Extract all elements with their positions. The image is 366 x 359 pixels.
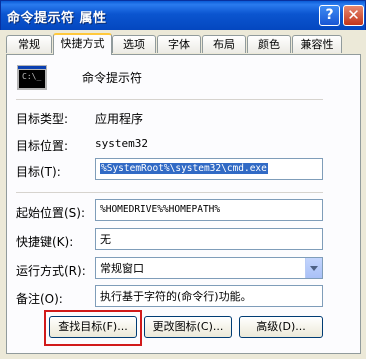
tab-shortcut[interactable]: 快捷方式 (53, 33, 112, 55)
target-label: 目标(T): (16, 165, 61, 179)
target-type-label: 目标类型: (16, 112, 69, 126)
comment-label: 备注(O): (16, 292, 63, 306)
change-icon-button[interactable]: 更改图标(C)... (144, 316, 232, 338)
separator (16, 192, 323, 193)
chevron-down-icon[interactable] (305, 258, 322, 278)
shortcut-key-label: 快捷键(K): (16, 235, 74, 249)
help-icon: ? (325, 7, 334, 23)
start-in-value: %HOMEDRIVE%%HOMEPATH% (100, 204, 221, 215)
target-location-label: 目标位置: (16, 139, 69, 153)
run-label: 运行方式(R): (16, 264, 86, 278)
close-button[interactable]: ✕ (343, 5, 364, 26)
title-bar: 命令提示符 属性 ? ✕ (0, 0, 366, 30)
tab-strip: 常规 快捷方式 选项 字体 布局 颜色 兼容性 (6, 33, 362, 55)
close-icon: ✕ (347, 6, 360, 24)
shortcut-key-value: 无 (100, 233, 111, 246)
tab-colors[interactable]: 颜色 (247, 35, 291, 53)
start-in-label: 起始位置(S): (16, 206, 86, 220)
separator (16, 99, 323, 100)
target-type-value: 应用程序 (95, 112, 144, 126)
tab-font[interactable]: 字体 (157, 35, 201, 53)
tab-general[interactable]: 常规 (6, 35, 52, 53)
target-input[interactable]: %SystemRoot%\system32\cmd.exe (95, 158, 323, 180)
target-location-value: system32 (95, 137, 148, 150)
advanced-button[interactable]: 高级(D)... (239, 316, 323, 338)
help-button[interactable]: ? (319, 5, 340, 26)
comment-input[interactable]: 执行基于字符的(命令行)功能。 (95, 285, 323, 307)
tab-compatibility[interactable]: 兼容性 (292, 35, 342, 53)
run-select[interactable]: 常规窗口 (95, 257, 323, 279)
tab-options[interactable]: 选项 (112, 35, 156, 53)
highlight-box (44, 310, 142, 346)
window-title: 命令提示符 属性 (7, 11, 107, 26)
shortcut-key-input[interactable]: 无 (95, 228, 323, 250)
app-name: 命令提示符 (82, 71, 143, 85)
tab-layout[interactable]: 布局 (202, 35, 246, 53)
cmd-app-icon: C:\_ (17, 65, 47, 90)
run-value: 常规窗口 (100, 262, 144, 275)
comment-value: 执行基于字符的(命令行)功能。 (100, 290, 252, 303)
start-in-input[interactable]: %HOMEDRIVE%%HOMEPATH% (95, 199, 323, 221)
target-value: %SystemRoot%\system32\cmd.exe (100, 163, 268, 174)
